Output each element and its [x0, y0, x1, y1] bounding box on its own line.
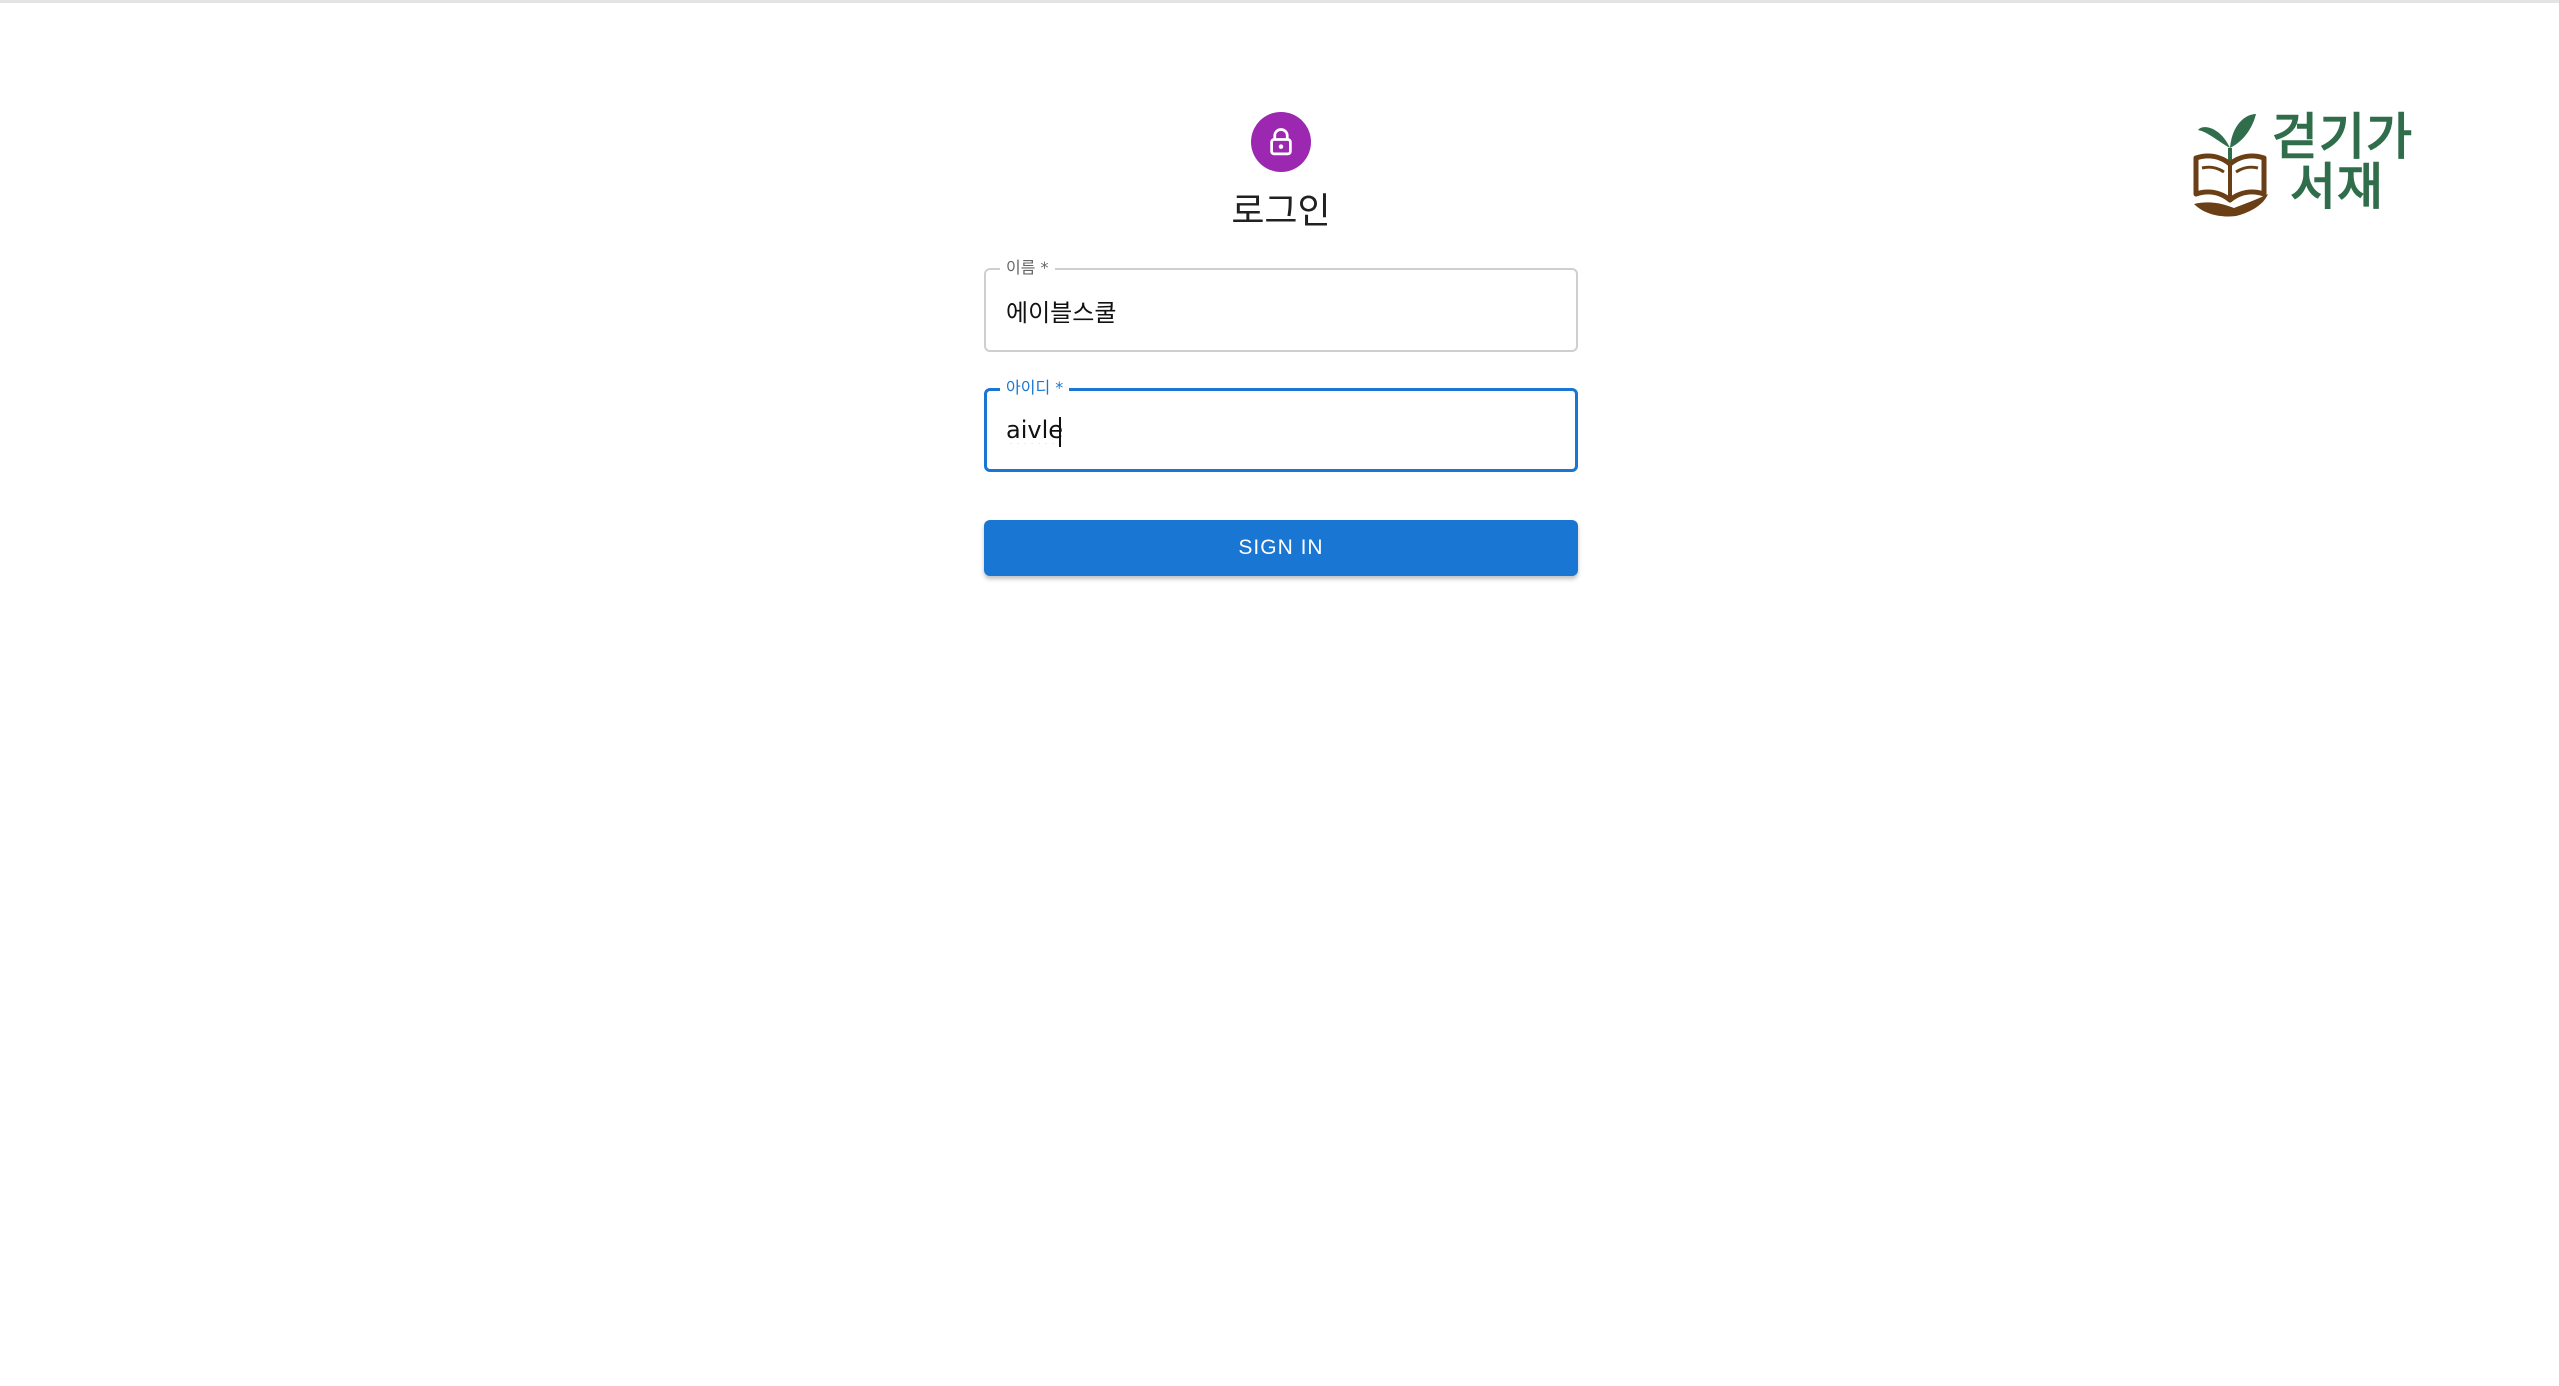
id-input[interactable]: [1006, 391, 1555, 469]
top-border: [0, 0, 2559, 3]
brand-logo: 걷기가 서재: [2190, 108, 2430, 218]
brand-name-line2: 서재: [2290, 158, 2384, 216]
name-field[interactable]: 이름 *: [984, 258, 1578, 352]
brand-name: 걷기가 서재: [2272, 112, 2432, 212]
lock-icon: [1270, 128, 1292, 156]
avatar: [1251, 112, 1311, 172]
brand-name-line1: 걷기가: [2272, 108, 2413, 166]
book-sprout-icon: [2193, 114, 2268, 217]
sign-in-button[interactable]: SIGN IN: [984, 520, 1578, 576]
name-input[interactable]: [1006, 270, 1556, 350]
text-caret: [1059, 417, 1061, 447]
page-title: 로그인: [1231, 191, 1331, 232]
id-field[interactable]: 아이디 *: [984, 378, 1578, 472]
